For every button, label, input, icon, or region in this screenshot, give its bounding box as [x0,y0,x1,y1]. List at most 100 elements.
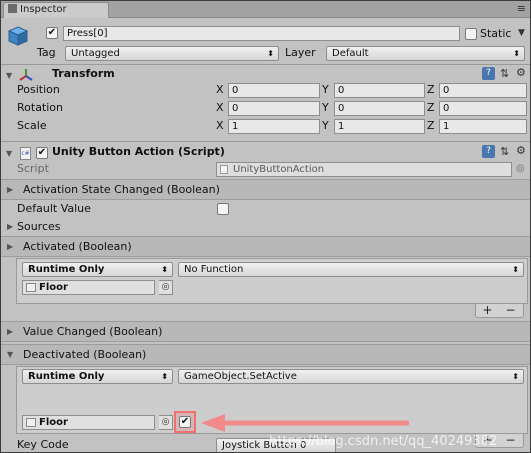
activated-event-label: Activated (Boolean) [23,240,132,253]
inspector-window: Inspector ≡ ✔ Press[0] Static ▼ Tag Unta… [0,0,531,453]
gameobject-name-field[interactable]: Press[0] [63,26,460,41]
help-icon[interactable]: ? [482,145,495,158]
chevron-down-icon: ⬍ [161,372,168,381]
foldout-arrow-icon[interactable]: ▼ [6,71,12,81]
static-label: Static [480,27,512,40]
set-active-param-checkbox[interactable]: ✔ [179,416,191,428]
layer-dropdown[interactable]: Default ⬍ [326,46,525,61]
scale-label: Scale [17,119,47,132]
foldout-arrow-icon: ▶ [7,185,14,194]
tag-dropdown[interactable]: Untagged ⬍ [65,46,279,61]
position-z-label[interactable]: Z [427,82,435,98]
rotation-x-field[interactable]: 0 [228,101,320,116]
layer-label: Layer [285,46,316,59]
gameobject-icon [26,283,36,292]
activated-function-dropdown[interactable]: No Function ⬍ [178,262,524,277]
static-checkbox[interactable] [465,28,477,40]
remove-icon[interactable]: − [499,304,522,316]
tab-inspector-label: Inspector [20,4,67,15]
component-enabled-checkbox[interactable]: ✔ [36,147,48,159]
deactivated-object-value: Floor [39,417,68,428]
value-changed-foldout[interactable]: ▶ Value Changed (Boolean) [1,321,530,342]
position-z-field[interactable]: 0 [439,83,527,98]
object-picker-icon[interactable]: ◎ [516,162,525,175]
activated-runtime-dropdown[interactable]: Runtime Only ⬍ [22,262,173,277]
gear-icon[interactable]: ⚙ [516,66,526,79]
foldout-arrow-icon: ▼ [7,350,14,359]
foldout-arrow-icon[interactable]: ▶ [7,222,13,232]
position-y-label[interactable]: Y [322,82,329,98]
script-asset-icon [220,165,228,174]
scale-x-label[interactable]: X [216,118,224,134]
rotation-label: Rotation [17,101,64,114]
script-field: UnityButtonAction [216,162,512,177]
divider [1,64,530,65]
scale-z-field[interactable]: 1 [439,119,527,134]
chevron-down-icon: ⬍ [161,265,168,274]
watermark: https://blog.csdn.net/qq_40249382 [269,434,498,449]
deactivated-function-dropdown[interactable]: GameObject.SetActive ⬍ [178,369,524,384]
gameobject-active-checkbox[interactable]: ✔ [46,27,58,39]
preset-icon[interactable]: ⇅ [500,67,509,80]
tag-label: Tag [37,46,56,59]
gameobject-cube-icon [7,25,29,47]
deactivated-target-object-field[interactable]: Floor [22,415,155,430]
activation-state-changed-foldout[interactable]: ▶ Activation State Changed (Boolean) [1,179,530,200]
rotation-z-field[interactable]: 0 [439,101,527,116]
scale-x-field[interactable]: 1 [228,119,320,134]
value-changed-label: Value Changed (Boolean) [23,325,163,338]
rotation-y-field[interactable]: 0 [334,101,425,116]
deactivated-function-value: GameObject.SetActive [184,371,297,382]
help-icon[interactable]: ? [482,67,495,80]
divider [1,141,530,142]
tag-value: Untagged [71,48,120,59]
layer-value: Default [332,48,369,59]
deactivated-runtime-dropdown[interactable]: Runtime Only ⬍ [22,369,173,384]
activated-object-value: Floor [39,282,68,293]
scale-y-label[interactable]: Y [322,118,329,134]
rotation-z-label[interactable]: Z [427,100,435,116]
script-label: Script [17,162,49,175]
default-value-checkbox[interactable] [217,203,229,215]
sources-label[interactable]: Sources [17,219,61,235]
activated-target-object-field[interactable]: Floor [22,280,155,295]
position-y-field[interactable]: 0 [334,83,425,98]
script-value: UnityButtonAction [233,164,325,175]
rotation-y-label[interactable]: Y [322,100,329,116]
script-file-icon: c# [20,147,31,160]
activation-state-changed-label: Activation State Changed (Boolean) [23,183,220,196]
tab-menu-icon[interactable]: ≡ [517,3,526,15]
position-x-field[interactable]: 0 [228,83,320,98]
rotation-x-label[interactable]: X [216,100,224,116]
gameobject-icon [26,418,36,427]
script-component-title: Unity Button Action (Script) [52,145,225,158]
deactivated-runtime-value: Runtime Only [28,371,105,382]
foldout-arrow-icon: ▶ [7,242,14,251]
remove-icon[interactable]: − [499,434,522,446]
scale-z-label[interactable]: Z [427,118,435,134]
deactivated-event-header[interactable]: ▼ Deactivated (Boolean) [1,344,530,365]
preset-icon[interactable]: ⇅ [500,145,509,158]
gear-icon[interactable]: ⚙ [516,144,526,157]
chevron-down-icon: ⬍ [512,372,519,381]
tab-inspector[interactable]: Inspector [3,2,109,18]
position-label: Position [17,83,60,96]
foldout-arrow-icon[interactable]: ▼ [6,149,12,159]
chevron-down-icon: ⬍ [267,49,274,58]
position-x-label[interactable]: X [216,82,224,98]
activated-function-value: No Function [184,264,244,275]
scale-y-field[interactable]: 1 [334,119,425,134]
transform-icon [18,67,34,83]
foldout-arrow-icon: ▶ [7,327,14,336]
activated-event-header[interactable]: ▶ Activated (Boolean) [1,236,530,257]
inspector-icon [8,4,17,13]
chevron-down-icon: ⬍ [513,49,520,58]
add-icon[interactable]: + [476,304,499,316]
static-dropdown-icon[interactable]: ▼ [518,27,525,40]
default-value-label: Default Value [17,202,91,215]
chevron-down-icon: ⬍ [512,265,519,274]
tab-bar: Inspector ≡ [1,1,530,18]
object-picker-icon[interactable]: ◎ [159,415,173,430]
object-picker-icon[interactable]: ◎ [159,280,173,295]
activated-list-buttons: + − [475,304,524,318]
